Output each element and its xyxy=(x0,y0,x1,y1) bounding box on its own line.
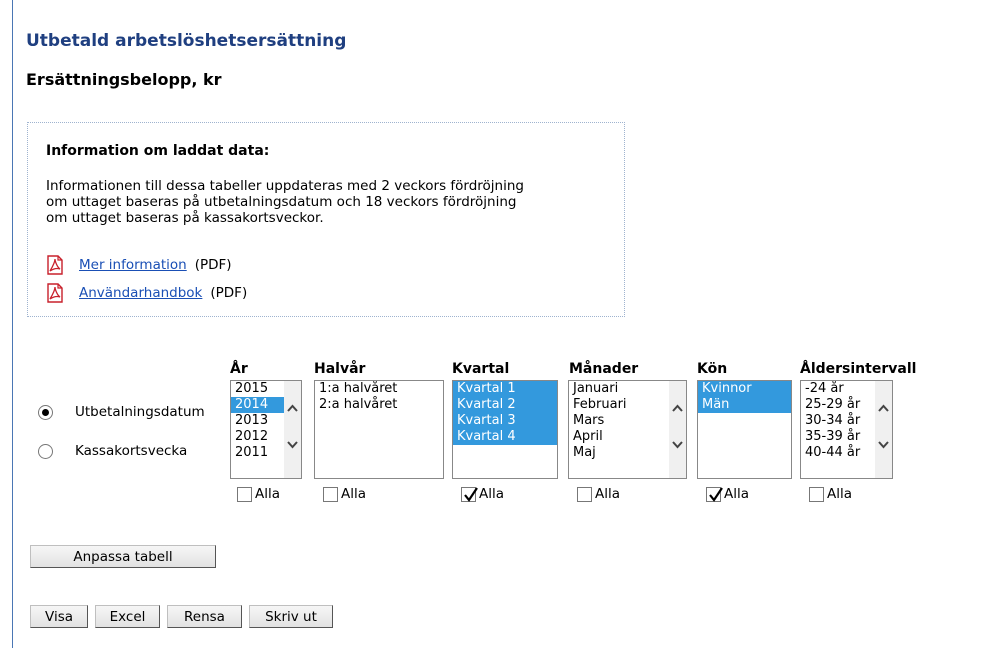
all-label: Alla xyxy=(341,486,367,502)
list-option[interactable]: Kvartal 1 xyxy=(453,381,557,397)
list-option[interactable]: 2011 xyxy=(231,445,284,461)
list-option[interactable]: 2012 xyxy=(231,429,284,445)
halfyear-all-checkbox[interactable]: Alla xyxy=(323,486,366,502)
scrollbar[interactable] xyxy=(669,381,686,478)
show-button[interactable]: Visa xyxy=(30,605,88,628)
gender-header: Kön xyxy=(697,361,728,377)
age-listbox[interactable]: -24 år 25-29 år 30-34 år 35-39 år 40-44 år xyxy=(800,380,893,479)
info-heading: Information om laddat data: xyxy=(46,143,270,159)
radio-label: Utbetalningsdatum xyxy=(75,404,205,420)
doc-type-label: (PDF) xyxy=(194,257,232,273)
list-option[interactable]: Februari xyxy=(569,397,669,413)
radio-row-utbetalningsdatum[interactable]: Utbetalningsdatum xyxy=(38,404,205,420)
gender-listbox[interactable]: Kvinnor Män xyxy=(697,380,792,479)
list-option[interactable]: April xyxy=(569,429,669,445)
info-text: Informationen till dessa tabeller uppdat… xyxy=(46,178,524,226)
list-option[interactable]: 35-39 år xyxy=(801,429,875,445)
doc-type-label: (PDF) xyxy=(210,285,248,301)
list-option[interactable]: Kvinnor xyxy=(698,381,791,397)
chevron-up-icon[interactable] xyxy=(287,403,298,414)
quarter-header: Kvartal xyxy=(452,361,510,377)
list-option[interactable]: Kvartal 3 xyxy=(453,413,557,429)
chevron-down-icon[interactable] xyxy=(287,439,298,450)
checkbox[interactable] xyxy=(577,486,592,502)
quarter-listbox[interactable]: Kvartal 1 Kvartal 2 Kvartal 3 Kvartal 4 xyxy=(452,380,558,479)
print-button[interactable]: Skriv ut xyxy=(249,605,333,628)
page-title: Utbetald arbetslöshetsersättning xyxy=(26,31,347,51)
list-option[interactable]: 1:a halvåret xyxy=(315,381,443,397)
radio-kassakortsvecka[interactable] xyxy=(38,443,53,459)
checkmark-icon xyxy=(464,486,478,502)
list-option[interactable]: Kvartal 4 xyxy=(453,429,557,445)
age-header: Åldersintervall xyxy=(800,361,917,377)
doc-link-row-more-info: Mer information (PDF) xyxy=(46,254,232,276)
radio-label: Kassakortsvecka xyxy=(75,443,188,459)
checkbox[interactable] xyxy=(809,486,824,502)
month-header: Månader xyxy=(569,361,639,377)
halfyear-listbox[interactable]: 1:a halvåret 2:a halvåret xyxy=(314,380,444,479)
info-box: Information om laddat data: Informatione… xyxy=(27,122,625,317)
list-option[interactable]: Män xyxy=(698,397,791,413)
scrollbar[interactable] xyxy=(875,381,892,478)
customize-table-button[interactable]: Anpassa tabell xyxy=(30,545,216,568)
checkbox[interactable] xyxy=(323,486,338,502)
list-option[interactable]: 25-29 år xyxy=(801,397,875,413)
doc-link-row-user-guide: Användarhandbok (PDF) xyxy=(46,282,247,304)
list-option[interactable]: 2015 xyxy=(231,381,284,397)
list-option[interactable]: Kvartal 2 xyxy=(453,397,557,413)
all-label: Alla xyxy=(724,486,750,502)
checkbox[interactable] xyxy=(461,486,478,502)
list-option[interactable]: -24 år xyxy=(801,381,875,397)
age-all-checkbox[interactable]: Alla xyxy=(809,486,852,502)
year-listbox[interactable]: 2015 2014 2013 2012 2011 xyxy=(230,380,302,479)
more-info-link[interactable]: Mer information xyxy=(79,257,187,273)
list-option[interactable]: 2014 xyxy=(231,397,284,413)
all-label: Alla xyxy=(827,486,853,502)
quarter-all-checkbox[interactable]: Alla xyxy=(461,486,504,502)
chevron-up-icon[interactable] xyxy=(672,403,683,414)
halfyear-header: Halvår xyxy=(314,361,366,377)
year-all-checkbox[interactable]: Alla xyxy=(237,486,280,502)
list-option[interactable]: 2:a halvåret xyxy=(315,397,443,413)
chevron-down-icon[interactable] xyxy=(672,439,683,450)
pdf-icon xyxy=(46,255,64,275)
all-label: Alla xyxy=(595,486,621,502)
pdf-icon xyxy=(46,283,64,303)
all-label: Alla xyxy=(479,486,505,502)
radio-row-kassakortsvecka[interactable]: Kassakortsvecka xyxy=(38,443,187,459)
year-header: År xyxy=(230,361,248,377)
all-label: Alla xyxy=(255,486,281,502)
chevron-up-icon[interactable] xyxy=(878,403,889,414)
gender-all-checkbox[interactable]: Alla xyxy=(706,486,749,502)
list-option[interactable]: 40-44 år xyxy=(801,445,875,461)
month-all-checkbox[interactable]: Alla xyxy=(577,486,620,502)
checkbox[interactable] xyxy=(706,486,723,502)
list-option[interactable]: 2013 xyxy=(231,413,284,429)
month-listbox[interactable]: Januari Februari Mars April Maj xyxy=(568,380,687,479)
scrollbar[interactable] xyxy=(284,381,301,478)
list-option[interactable]: Mars xyxy=(569,413,669,429)
radio-utbetalningsdatum[interactable] xyxy=(38,404,53,420)
user-guide-link[interactable]: Användarhandbok xyxy=(79,285,202,301)
page-subtitle: Ersättningsbelopp, kr xyxy=(26,70,222,89)
chevron-down-icon[interactable] xyxy=(878,439,889,450)
list-option[interactable]: 30-34 år xyxy=(801,413,875,429)
clear-button[interactable]: Rensa xyxy=(167,605,242,628)
excel-button[interactable]: Excel xyxy=(95,605,160,628)
list-option[interactable]: Januari xyxy=(569,381,669,397)
checkmark-icon xyxy=(709,486,723,502)
list-option[interactable]: Maj xyxy=(569,445,669,461)
checkbox[interactable] xyxy=(237,486,252,502)
